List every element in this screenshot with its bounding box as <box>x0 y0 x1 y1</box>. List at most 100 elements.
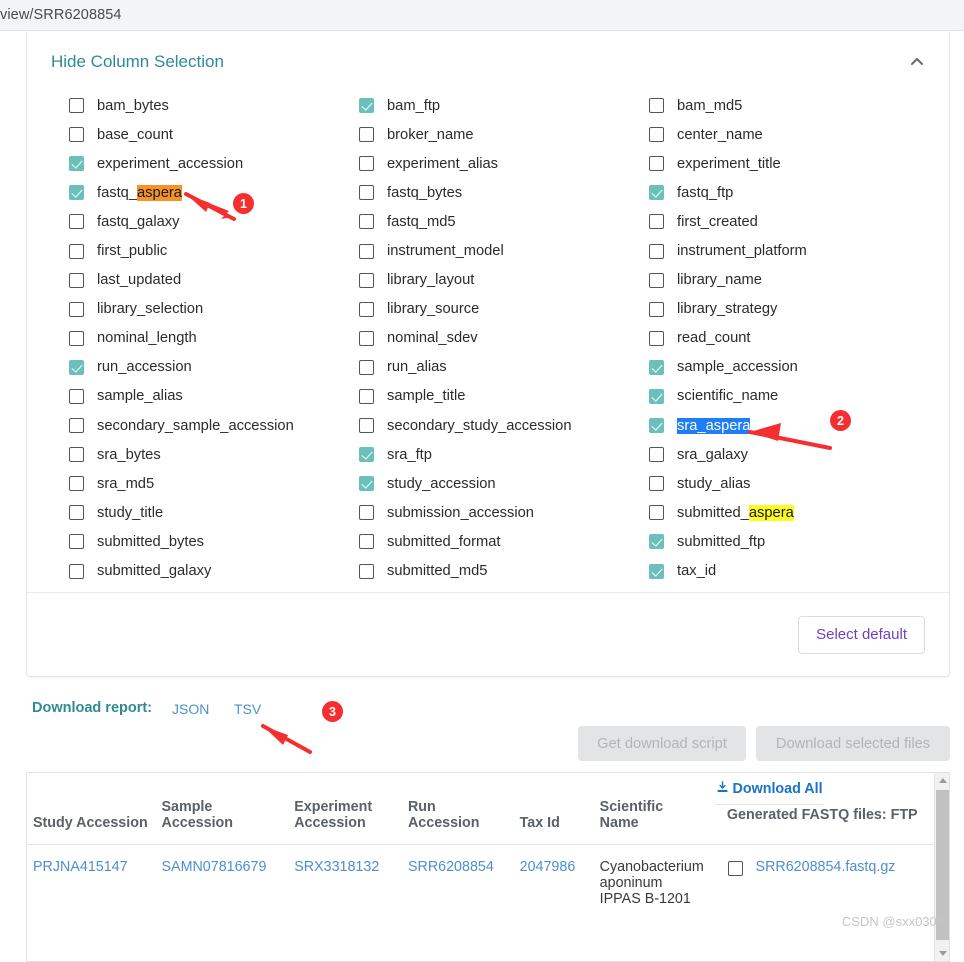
checkbox-checked-icon[interactable] <box>69 359 84 375</box>
checkbox-unchecked-icon[interactable] <box>649 301 664 317</box>
column-checkbox-row[interactable]: library_source <box>359 295 659 324</box>
table-vertical-scrollbar[interactable] <box>934 773 949 961</box>
checkbox-unchecked-icon[interactable] <box>69 418 84 434</box>
checkbox-unchecked-icon[interactable] <box>69 272 84 288</box>
checkbox-unchecked-icon[interactable] <box>69 534 84 550</box>
checkbox-unchecked-icon[interactable] <box>69 563 84 579</box>
checkbox-unchecked-icon[interactable] <box>69 127 84 143</box>
checkbox-checked-icon[interactable] <box>649 563 664 579</box>
column-checkbox-row[interactable]: fastq_galaxy <box>69 207 369 236</box>
download-selected-files-button[interactable]: Download selected files <box>756 726 950 761</box>
column-checkbox-row[interactable]: library_selection <box>69 295 369 324</box>
scrollbar-up-arrow-icon[interactable] <box>935 773 949 788</box>
column-checkbox-row[interactable]: sra_galaxy <box>649 440 949 469</box>
header-scientific-name[interactable]: Scientific Name <box>593 773 710 846</box>
chevron-up-icon[interactable] <box>907 52 927 72</box>
checkbox-unchecked-icon[interactable] <box>359 243 374 259</box>
checkbox-unchecked-icon[interactable] <box>649 156 664 172</box>
column-checkbox-row[interactable]: submitted_bytes <box>69 527 369 556</box>
column-checkbox-row[interactable]: read_count <box>649 324 949 353</box>
column-checkbox-row[interactable]: submitted_md5 <box>359 557 659 586</box>
column-checkbox-row[interactable]: nominal_length <box>69 324 369 353</box>
column-checkbox-row[interactable]: secondary_study_accession <box>359 411 659 440</box>
checkbox-unchecked-icon[interactable] <box>359 418 374 434</box>
column-checkbox-row[interactable]: nominal_sdev <box>359 324 659 353</box>
checkbox-unchecked-icon[interactable] <box>359 214 374 230</box>
get-download-script-button[interactable]: Get download script <box>578 726 746 761</box>
checkbox-checked-icon[interactable] <box>359 447 374 463</box>
column-checkbox-row[interactable]: instrument_model <box>359 236 659 265</box>
scrollbar-thumb[interactable] <box>936 790 949 940</box>
cell-tax-id-link[interactable]: 2047986 <box>520 859 576 875</box>
column-checkbox-row[interactable]: submitted_galaxy <box>69 557 369 586</box>
checkbox-checked-icon[interactable] <box>649 534 664 550</box>
cell-study-accession-link[interactable]: PRJNA415147 <box>33 859 128 875</box>
column-checkbox-row[interactable]: submission_accession <box>359 498 659 527</box>
checkbox-unchecked-icon[interactable] <box>69 505 84 521</box>
checkbox-unchecked-icon[interactable] <box>69 447 84 463</box>
column-checkbox-row[interactable]: study_accession <box>359 469 659 498</box>
cell-sample-accession-link[interactable]: SAMN07816679 <box>162 859 267 875</box>
checkbox-unchecked-icon[interactable] <box>649 447 664 463</box>
checkbox-unchecked-icon[interactable] <box>69 330 84 346</box>
checkbox-unchecked-icon[interactable] <box>359 156 374 172</box>
checkbox-unchecked-icon[interactable] <box>69 98 84 114</box>
cell-run-accession-link[interactable]: SRR6208854 <box>408 859 494 875</box>
column-checkbox-row[interactable]: sample_title <box>359 382 659 411</box>
column-checkbox-row[interactable]: run_accession <box>69 353 369 382</box>
column-checkbox-row[interactable]: instrument_platform <box>649 236 949 265</box>
cell-experiment-accession-link[interactable]: SRX3318132 <box>294 859 379 875</box>
checkbox-unchecked-icon[interactable] <box>649 476 664 492</box>
column-checkbox-row[interactable]: sra_md5 <box>69 469 369 498</box>
checkbox-checked-icon[interactable] <box>649 418 664 434</box>
checkbox-unchecked-icon[interactable] <box>649 214 664 230</box>
column-checkbox-row[interactable]: library_layout <box>359 266 659 295</box>
column-checkbox-row[interactable]: experiment_alias <box>359 149 659 178</box>
column-checkbox-row[interactable]: library_strategy <box>649 295 949 324</box>
checkbox-unchecked-icon[interactable] <box>649 98 664 114</box>
column-checkbox-row[interactable]: study_title <box>69 498 369 527</box>
file-select-checkbox[interactable] <box>727 861 743 877</box>
header-experiment-accession[interactable]: Experiment Accession <box>288 773 402 846</box>
column-checkbox-row[interactable]: study_alias <box>649 469 949 498</box>
header-tax-id[interactable]: Tax Id <box>513 773 594 846</box>
column-checkbox-row[interactable]: first_public <box>69 236 369 265</box>
checkbox-unchecked-icon[interactable] <box>649 330 664 346</box>
checkbox-unchecked-icon[interactable] <box>649 505 664 521</box>
download-report-json-link[interactable]: JSON <box>172 701 209 717</box>
checkbox-checked-icon[interactable] <box>69 156 84 172</box>
checkbox-unchecked-icon[interactable] <box>649 272 664 288</box>
column-checkbox-row[interactable]: sample_alias <box>69 382 369 411</box>
column-checkbox-row[interactable]: secondary_sample_accession <box>69 411 369 440</box>
header-run-accession[interactable]: Run Accession <box>401 773 514 846</box>
column-checkbox-row[interactable]: submitted_ftp <box>649 527 949 556</box>
column-checkbox-row[interactable]: tax_id <box>649 557 949 586</box>
checkbox-unchecked-icon[interactable] <box>359 127 374 143</box>
column-checkbox-row[interactable]: last_updated <box>69 266 369 295</box>
checkbox-unchecked-icon[interactable] <box>359 272 374 288</box>
checkbox-unchecked-icon[interactable] <box>359 388 374 404</box>
download-all-link[interactable]: Download All <box>716 781 823 797</box>
checkbox-unchecked-icon[interactable] <box>69 243 84 259</box>
column-checkbox-row[interactable]: library_name <box>649 266 949 295</box>
column-checkbox-row[interactable]: center_name <box>649 120 949 149</box>
download-report-tsv-link[interactable]: TSV <box>234 701 261 717</box>
checkbox-unchecked-icon[interactable] <box>359 505 374 521</box>
column-checkbox-row[interactable]: submitted_aspera <box>649 498 949 527</box>
checkbox-unchecked-icon[interactable] <box>69 476 84 492</box>
checkbox-checked-icon[interactable] <box>649 388 664 404</box>
header-sample-accession[interactable]: Sample Accession <box>155 773 289 846</box>
checkbox-checked-icon[interactable] <box>649 185 664 201</box>
checkbox-unchecked-icon[interactable] <box>359 301 374 317</box>
scrollbar-down-arrow-icon[interactable] <box>935 946 949 961</box>
checkbox-unchecked-icon[interactable] <box>69 388 84 404</box>
checkbox-unchecked-icon[interactable] <box>649 127 664 143</box>
column-checkbox-row[interactable]: experiment_accession <box>69 149 369 178</box>
checkbox-unchecked-icon[interactable] <box>359 534 374 550</box>
column-checkbox-row[interactable]: scientific_name <box>649 382 949 411</box>
checkbox-checked-icon[interactable] <box>69 185 84 201</box>
column-checkbox-row[interactable]: experiment_title <box>649 149 949 178</box>
checkbox-unchecked-icon[interactable] <box>359 185 374 201</box>
checkbox-unchecked-icon[interactable] <box>649 243 664 259</box>
header-study-accession[interactable]: Study Accession <box>27 773 156 846</box>
